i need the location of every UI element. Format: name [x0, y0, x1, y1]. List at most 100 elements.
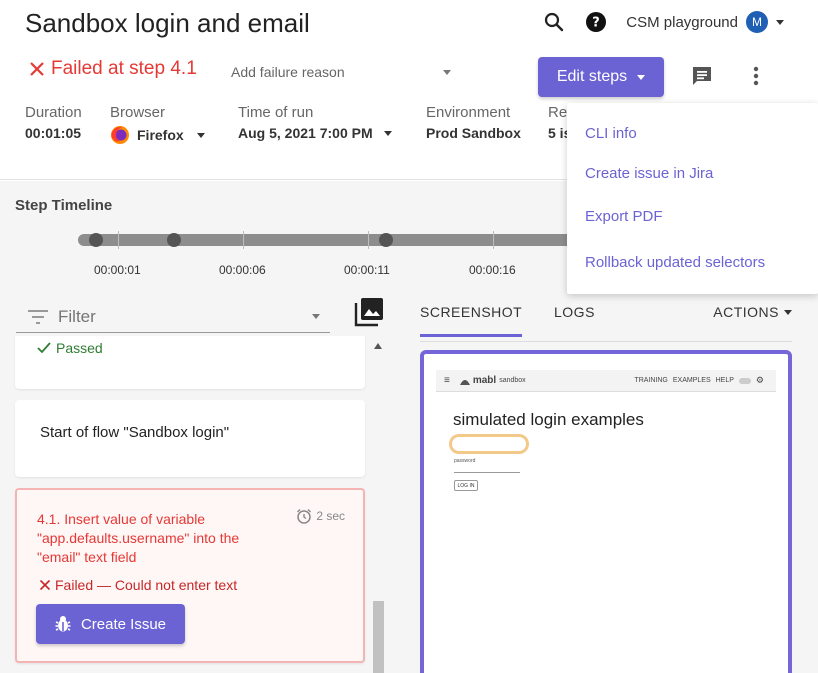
- flow-step-title: Start of flow "Sandbox login": [40, 424, 230, 441]
- close-icon: [30, 62, 44, 76]
- filter-input[interactable]: [58, 306, 298, 327]
- menu-item-rollback-selectors[interactable]: Rollback updated selectors: [585, 254, 765, 271]
- preview-logo-sub: sandbox: [499, 377, 526, 384]
- scrollbar[interactable]: [371, 336, 386, 673]
- chevron-down-icon: [196, 132, 205, 138]
- time-value: Aug 5, 2021 7:00 PM: [238, 125, 373, 141]
- top-bar-actions: ? CSM playground M: [542, 10, 784, 34]
- check-icon: [37, 342, 51, 354]
- create-issue-label: Create Issue: [80, 615, 167, 633]
- preview-heading: simulated login examples: [453, 410, 644, 429]
- chevron-down-icon: [784, 309, 792, 315]
- edit-steps-button[interactable]: Edit steps: [538, 57, 664, 97]
- environment-label: Environment: [426, 104, 511, 121]
- preview-logo-text: mabl: [472, 375, 497, 386]
- timeline-tick-label: 00:00:06: [219, 263, 266, 277]
- timeline-step-marker[interactable]: [379, 233, 393, 247]
- meta-environment: Environment Prod Sandbox: [426, 104, 521, 141]
- failure-message: Failed — Could not enter text: [39, 577, 237, 593]
- close-icon: [39, 579, 51, 591]
- chevron-down-icon: [637, 74, 646, 80]
- menu-item-create-jira-issue[interactable]: Create issue in Jira: [585, 165, 713, 182]
- workspace-switcher[interactable]: CSM playground M: [626, 11, 784, 33]
- duration-value: 00:01:05: [25, 125, 82, 141]
- timeline-title: Step Timeline: [15, 197, 113, 214]
- detail-tabs: SCREENSHOT LOGS ACTIONS: [420, 296, 792, 342]
- meta-duration: Duration 00:01:05: [25, 104, 82, 141]
- browser-label: Browser: [110, 104, 166, 121]
- gear-icon: ⚙: [755, 375, 764, 385]
- search-icon[interactable]: [542, 10, 566, 34]
- environment-value: Prod Sandbox: [426, 125, 521, 141]
- timeline-tick: [493, 231, 494, 249]
- filter-field[interactable]: [16, 301, 330, 333]
- image-gallery-icon[interactable]: [354, 297, 384, 327]
- comments-icon[interactable]: [690, 64, 714, 88]
- scroll-thumb[interactable]: [373, 601, 384, 673]
- time-select[interactable]: Aug 5, 2021 7:00 PM: [238, 125, 392, 141]
- step-duration: 2 sec: [296, 508, 345, 524]
- element-highlight: [449, 434, 529, 454]
- timeline-tick-label: 00:00:11: [344, 263, 390, 277]
- screenshot-preview[interactable]: ≡ mabl sandbox TRAINING EXAMPLES HELP ⚙ …: [420, 350, 792, 673]
- chevron-down-icon[interactable]: [312, 314, 320, 319]
- actions-menu-button[interactable]: ACTIONS: [713, 304, 792, 320]
- preview-login-button: LOG IN: [454, 480, 478, 491]
- chevron-down-icon: [776, 19, 784, 25]
- failed-step-title: 4.1. Insert value of variable "app.defau…: [37, 511, 240, 565]
- browser-select[interactable]: Firefox: [110, 125, 205, 145]
- svg-text:?: ?: [592, 16, 600, 31]
- preview-field-label: password: [454, 458, 476, 464]
- preview-nav-link: EXAMPLES: [672, 377, 711, 384]
- actions-label: ACTIONS: [713, 304, 779, 320]
- run-status: Failed at step 4.1: [28, 58, 197, 80]
- mabl-logo-icon: [459, 379, 470, 385]
- help-icon[interactable]: ?: [584, 10, 608, 34]
- meta-time: Time of run Aug 5, 2021 7:00 PM: [238, 104, 392, 141]
- workspace-name: CSM playground: [626, 13, 738, 31]
- list-item[interactable]: Passed: [15, 336, 365, 389]
- chevron-down-icon: [383, 130, 392, 136]
- edit-steps-menu: CLI info Create issue in Jira Export PDF…: [567, 103, 818, 294]
- preview-nav-link: TRAINING: [634, 377, 668, 384]
- failure-reason-select[interactable]: Add failure reason: [231, 64, 451, 80]
- menu-icon: ≡: [444, 375, 450, 386]
- chevron-down-icon: [443, 69, 451, 75]
- failure-message-text: Failed — Could not enter text: [55, 577, 238, 593]
- timeline-tick: [118, 231, 119, 249]
- preview-navbar: ≡ mabl sandbox TRAINING EXAMPLES HELP ⚙: [436, 370, 776, 392]
- firefox-icon: [111, 126, 129, 144]
- time-label: Time of run: [238, 104, 314, 121]
- more-vert-icon[interactable]: [744, 64, 768, 88]
- create-issue-button[interactable]: Create Issue: [36, 604, 185, 644]
- tab-screenshot[interactable]: SCREENSHOT: [420, 304, 523, 337]
- scroll-up-icon[interactable]: [374, 343, 382, 349]
- passed-text: Passed: [56, 340, 103, 356]
- tab-logs[interactable]: LOGS: [554, 304, 595, 320]
- step-duration-text: 2 sec: [316, 509, 345, 523]
- timeline-tick: [243, 231, 244, 249]
- browser-value: Firefox: [137, 127, 184, 143]
- filter-icon: [28, 309, 48, 324]
- timeline-step-marker[interactable]: [167, 233, 181, 247]
- failure-reason-placeholder: Add failure reason: [231, 64, 345, 80]
- timeline-step-marker[interactable]: [89, 233, 103, 247]
- alarm-clock-icon: [297, 509, 312, 524]
- duration-label: Duration: [25, 104, 82, 121]
- menu-item-cli-info[interactable]: CLI info: [585, 125, 637, 142]
- step-status: Passed: [37, 340, 103, 356]
- preview-nav-links: TRAINING EXAMPLES HELP ⚙: [634, 375, 764, 386]
- bug-icon: [55, 616, 71, 632]
- failed-step-card[interactable]: 4.1. Insert value of variable "app.defau…: [15, 488, 365, 663]
- status-text: Failed at step 4.1: [51, 58, 197, 79]
- step-list[interactable]: Passed Start of flow "Sandbox login" 4.1…: [0, 336, 388, 673]
- meta-browser: Browser Firefox: [110, 104, 205, 145]
- preview-field: [454, 472, 520, 473]
- menu-item-export-pdf[interactable]: Export PDF: [585, 208, 663, 225]
- preview-logo: mabl sandbox: [459, 375, 526, 386]
- preview-nav-link: HELP: [715, 377, 734, 384]
- timeline-track[interactable]: [78, 234, 578, 246]
- timeline-tick-label: 00:00:01: [94, 263, 141, 277]
- list-item[interactable]: Start of flow "Sandbox login": [15, 400, 365, 477]
- timeline-tick: [368, 231, 369, 249]
